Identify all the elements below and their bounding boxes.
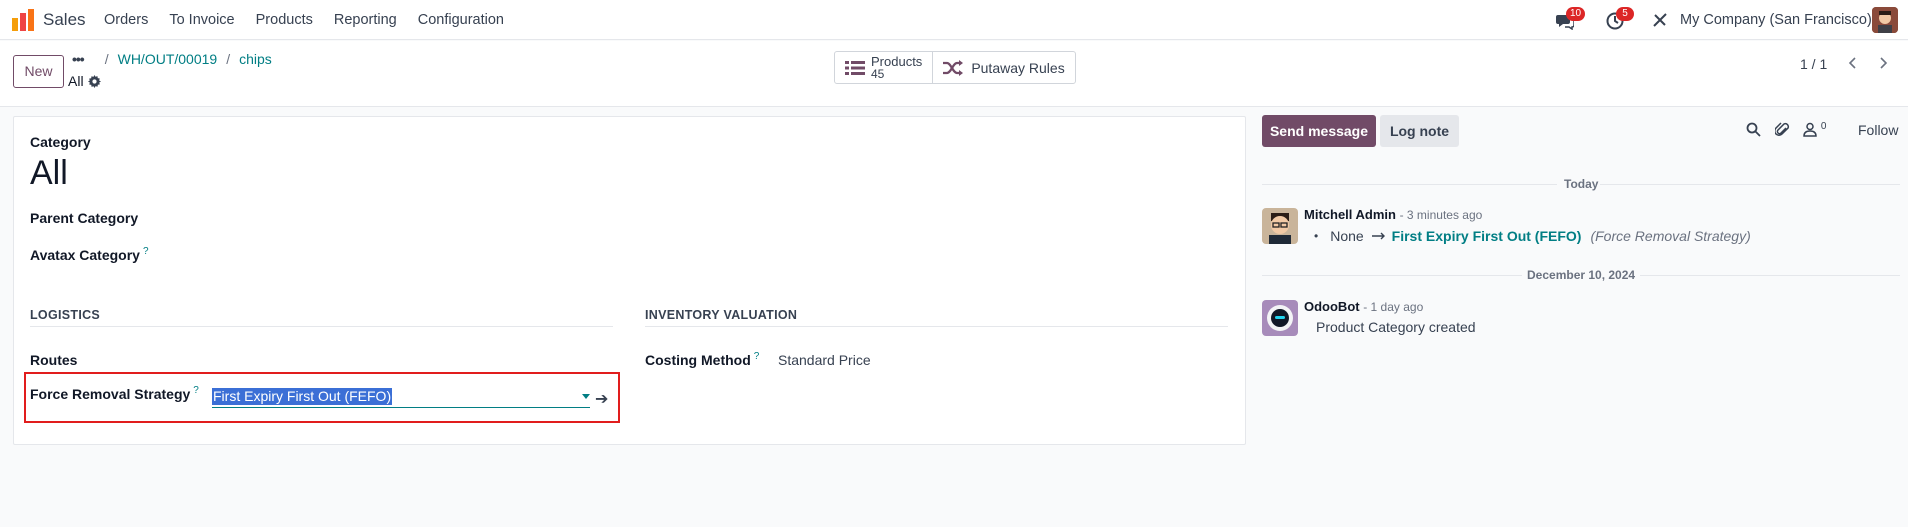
message-timestamp: - 3 minutes ago <box>1399 208 1483 222</box>
date-divider <box>1640 275 1900 276</box>
author-name[interactable]: OdooBot <box>1304 299 1360 314</box>
debug-tools-button[interactable] <box>1652 12 1670 30</box>
message-body: Product Category created <box>1316 319 1476 335</box>
section-divider <box>30 326 613 327</box>
menu-reporting[interactable]: Reporting <box>334 12 397 28</box>
new-button[interactable]: New <box>13 55 64 88</box>
help-tooltip[interactable]: ? <box>143 246 149 257</box>
force-removal-strategy-input[interactable]: First Expiry First Out (FEFO) <box>212 386 590 408</box>
category-label: Category <box>30 134 91 150</box>
products-smart-label: Products <box>871 53 923 69</box>
breadcrumb-item-product[interactable]: chips <box>239 51 272 67</box>
tools-icon <box>1653 13 1667 27</box>
breadcrumb-more-button[interactable]: ••• <box>72 51 85 67</box>
menu-products[interactable]: Products <box>256 12 313 28</box>
logistics-section-title: LOGISTICS <box>30 308 101 322</box>
author-name[interactable]: Mitchell Admin <box>1304 207 1396 222</box>
search-icon[interactable] <box>1746 122 1761 137</box>
arrow-right-icon[interactable]: ➔ <box>595 389 608 409</box>
costing-method-text: Costing Method <box>645 352 751 368</box>
followers-count: 0 <box>1820 121 1827 132</box>
pager-value[interactable]: 1 / 1 <box>1800 56 1827 72</box>
breadcrumb: ••• / WH/OUT/00019 / chips <box>72 51 272 67</box>
main-menu: Orders To Invoice Products Reporting Con… <box>104 12 525 28</box>
message-author: OdooBot - 1 day ago <box>1304 299 1423 314</box>
inventory-valuation-section-title: INVENTORY VALUATION <box>645 308 798 322</box>
date-divider <box>1600 184 1900 185</box>
section-divider <box>645 326 1228 327</box>
chevron-left-icon <box>1848 57 1856 69</box>
breadcrumb-separator: / <box>226 51 231 67</box>
tracking-change: • None First Expiry First Out (FEFO) (Fo… <box>1314 228 1751 244</box>
date-divider <box>1262 184 1557 185</box>
force-removal-strategy-label: Force Removal Strategy? <box>30 385 199 402</box>
messages-button[interactable]: 10 <box>1556 7 1586 31</box>
costing-method-value[interactable]: Standard Price <box>778 352 871 368</box>
caret-down-icon[interactable] <box>582 394 590 399</box>
selected-text: First Expiry First Out (FEFO) <box>212 388 393 405</box>
control-panel: New ••• / WH/OUT/00019 / chips All Produ… <box>0 41 1908 107</box>
menu-configuration[interactable]: Configuration <box>418 12 504 28</box>
tracking-field-name: (Force Removal Strategy) <box>1590 228 1751 244</box>
paperclip-icon[interactable] <box>1775 122 1790 138</box>
menu-orders[interactable]: Orders <box>104 12 148 28</box>
gear-icon[interactable] <box>87 74 101 88</box>
follow-button[interactable]: Follow <box>1858 122 1898 138</box>
menu-to-invoice[interactable]: To Invoice <box>169 12 234 28</box>
tracking-new-value: First Expiry First Out (FEFO) <box>1391 228 1582 244</box>
help-tooltip[interactable]: ? <box>193 385 199 396</box>
category-name[interactable]: All <box>30 154 68 193</box>
costing-method-label: Costing Method? <box>645 351 760 368</box>
chevron-right-icon <box>1880 57 1888 69</box>
parent-category-label: Parent Category <box>30 210 139 226</box>
breadcrumb-item-transfer[interactable]: WH/OUT/00019 <box>118 51 218 67</box>
company-switcher[interactable]: My Company (San Francisco) <box>1680 12 1872 28</box>
messages-badge: 10 <box>1566 7 1586 21</box>
pager-next-button[interactable] <box>1869 51 1897 75</box>
avatax-category-label: Avatax Category? <box>30 246 149 263</box>
pager-previous-button[interactable] <box>1839 51 1867 75</box>
tracking-old-value: None <box>1330 228 1364 244</box>
breadcrumb-separator: / <box>104 51 109 67</box>
activities-button[interactable]: 5 <box>1606 7 1634 30</box>
putaway-rules-label: Putaway Rules <box>971 59 1065 76</box>
force-removal-strategy-text: Force Removal Strategy <box>30 386 191 402</box>
putaway-rules-smart-button[interactable]: Putaway Rules <box>932 52 1074 83</box>
message-author: Mitchell Admin - 3 minutes ago <box>1304 207 1482 222</box>
help-tooltip[interactable]: ? <box>754 351 760 362</box>
list-icon <box>845 60 865 75</box>
products-smart-button[interactable]: Products 45 <box>835 52 932 83</box>
message-timestamp: - 1 day ago <box>1363 300 1424 314</box>
user-avatar[interactable] <box>1872 7 1898 33</box>
activities-badge: 5 <box>1616 7 1634 21</box>
sales-app-icon[interactable] <box>11 8 35 32</box>
followers-button[interactable]: 0 <box>1803 121 1827 140</box>
app-name[interactable]: Sales <box>43 10 86 30</box>
avatax-category-text: Avatax Category <box>30 247 140 263</box>
routes-label: Routes <box>30 352 78 368</box>
products-smart-count: 45 <box>871 66 885 81</box>
date-divider <box>1262 275 1522 276</box>
shuffle-icon <box>943 59 964 76</box>
record-name: All <box>68 73 84 89</box>
odoobot-avatar[interactable] <box>1262 300 1298 336</box>
smart-buttons: Products 45 Putaway Rules <box>834 51 1076 84</box>
date-separator-dec-10: December 10, 2024 <box>1527 268 1636 282</box>
record-title: All <box>68 73 101 89</box>
avatar[interactable] <box>1262 208 1298 244</box>
top-navbar: Sales Orders To Invoice Products Reporti… <box>0 0 1908 40</box>
bullet: • <box>1314 229 1319 243</box>
long-arrow-right-icon <box>1371 232 1385 240</box>
log-note-button[interactable]: Log note <box>1380 115 1459 147</box>
date-separator-today: Today <box>1564 177 1599 191</box>
send-message-button[interactable]: Send message <box>1262 115 1376 147</box>
user-icon <box>1803 122 1817 137</box>
